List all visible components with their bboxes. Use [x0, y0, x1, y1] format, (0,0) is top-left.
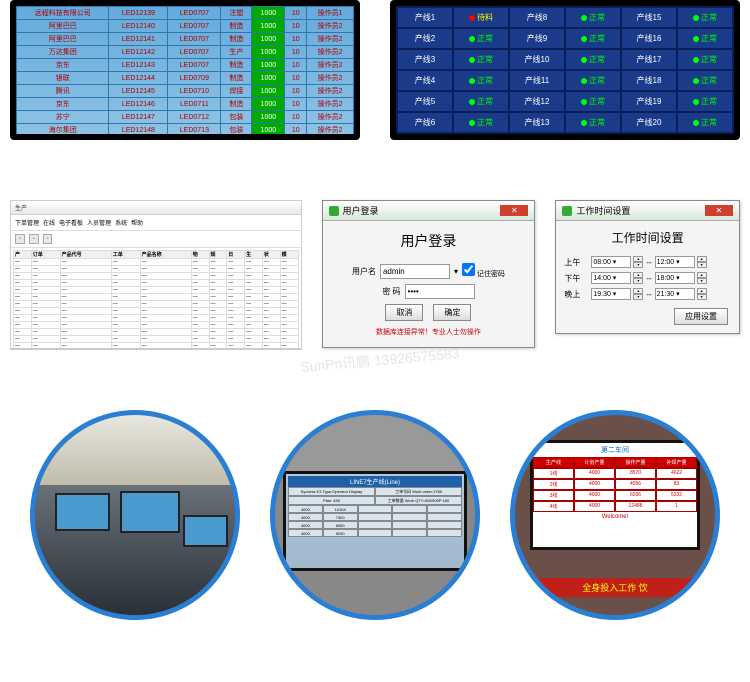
monitor-2-screen: 产线1待料产线8正常产线15正常产线2正常产线9正常产线16正常产线3正常产线1…	[396, 6, 734, 134]
monitor-1: 远程科技有限公司LED12139LED0707注塑100010操作员1阿里巴巴L…	[10, 0, 360, 140]
order-table: 远程科技有限公司LED12139LED0707注塑100010操作员1阿里巴巴L…	[16, 6, 354, 134]
close-icon[interactable]: ✕	[705, 205, 733, 216]
toolbar-btn[interactable]: ▫	[29, 234, 39, 244]
app-body: 产订单产品代号工单产品名称物规日生状模—————————————————————…	[11, 248, 301, 348]
login-window-title: 用户登录	[343, 204, 379, 217]
app-icon	[562, 206, 572, 216]
login-heading: 用户登录	[333, 231, 525, 251]
menu-item[interactable]: 在线	[43, 218, 55, 227]
password-input[interactable]	[405, 284, 475, 299]
app-footer: 新增 修改	[11, 348, 301, 350]
worktime-window-title: 工作时间设置	[576, 204, 630, 217]
login-titlebar: 用户登录 ✕	[323, 201, 535, 221]
photo-3: 第二车间 生产线计划产量操作产量补焊产量1线4000857046222线4000…	[510, 410, 720, 620]
menu-item[interactable]: 下单管理	[15, 218, 39, 227]
monitor-2: 产线1待料产线8正常产线15正常产线2正常产线9正常产线16正常产线3正常产线1…	[390, 0, 740, 140]
worktime-heading: 工作时间设置	[564, 229, 731, 246]
monitor-1-screen: 远程科技有限公司LED12139LED0707注塑100010操作员1阿里巴巴L…	[16, 6, 354, 134]
time-to[interactable]: 18:00 ▾	[655, 272, 695, 284]
login-warning: 数据库连接异常！专业人士勿操作	[333, 327, 525, 337]
app-title: 生产	[15, 203, 27, 212]
line-title: LINE7生产线(Line)	[288, 476, 462, 487]
time-to[interactable]: 21:30 ▾	[655, 288, 695, 300]
menu-item[interactable]: 系统	[115, 218, 127, 227]
menu-item[interactable]: 人员管理	[87, 218, 111, 227]
cancel-button[interactable]: 取消	[385, 304, 423, 321]
app-toolbar: ▫ ▫ ▫	[11, 231, 301, 248]
close-icon[interactable]: ✕	[500, 205, 528, 216]
time-from[interactable]: 19:30 ▾	[591, 288, 631, 300]
app-icon	[329, 206, 339, 216]
workshop-screen: 第二车间 生产线计划产量操作产量补焊产量1线4000857046222线4000…	[530, 440, 700, 550]
worktime-dialog: 工作时间设置 ✕ 工作时间设置 上午08:00 ▾▴▾--12:00 ▾▴▾下午…	[555, 200, 740, 334]
workshop-title: 第二车间	[533, 443, 697, 457]
line-screen: LINE7生产线(Line) Kyocera K3 Type:Operator …	[283, 471, 467, 571]
menu-item[interactable]: 帮助	[131, 218, 143, 227]
time-to[interactable]: 12:00 ▾	[655, 256, 695, 268]
login-dialog: 用户登录 ✕ 用户登录 用户名 ▾ 记住密码 密 码 取消 确定 数据库连接异常…	[322, 200, 536, 348]
data-grid[interactable]: 产订单产品代号工单产品名称物规日生状模—————————————————————…	[13, 250, 299, 348]
ok-button[interactable]: 确定	[433, 304, 471, 321]
worktime-titlebar: 工作时间设置 ✕	[556, 201, 739, 221]
toolbar-btn[interactable]: ▫	[43, 234, 53, 244]
management-app-window: 生产 下单管理在线电子看板人员管理系统帮助 ▫ ▫ ▫ 产订单产品代号工单产品名…	[10, 200, 302, 350]
banner-text: 全身投入工作 饮	[515, 578, 715, 597]
password-label: 密 码	[382, 286, 400, 297]
toolbar-btn[interactable]: ▫	[15, 234, 25, 244]
remember-checkbox[interactable]: 记住密码	[462, 263, 505, 279]
line-status-grid: 产线1待料产线8正常产线15正常产线2正常产线9正常产线16正常产线3正常产线1…	[398, 8, 732, 134]
apply-button[interactable]: 应用设置	[674, 308, 728, 325]
welcome-text: Welcome!	[533, 512, 697, 522]
app-titlebar: 生产	[11, 201, 301, 215]
dropdown-icon[interactable]: ▾	[454, 267, 458, 276]
time-from[interactable]: 08:00 ▾	[591, 256, 631, 268]
menu-item[interactable]: 电子看板	[59, 218, 83, 227]
time-from[interactable]: 14:00 ▾	[591, 272, 631, 284]
workshop-table: 生产线计划产量操作产量补焊产量1线4000857046222线400040568…	[533, 457, 697, 512]
photo-2: LINE7生产线(Line) Kyocera K3 Type:Operator …	[270, 410, 480, 620]
photo-1	[30, 410, 240, 620]
app-menubar: 下单管理在线电子看板人员管理系统帮助	[11, 215, 301, 231]
username-label: 用户名	[352, 266, 376, 277]
username-input[interactable]	[380, 264, 450, 279]
